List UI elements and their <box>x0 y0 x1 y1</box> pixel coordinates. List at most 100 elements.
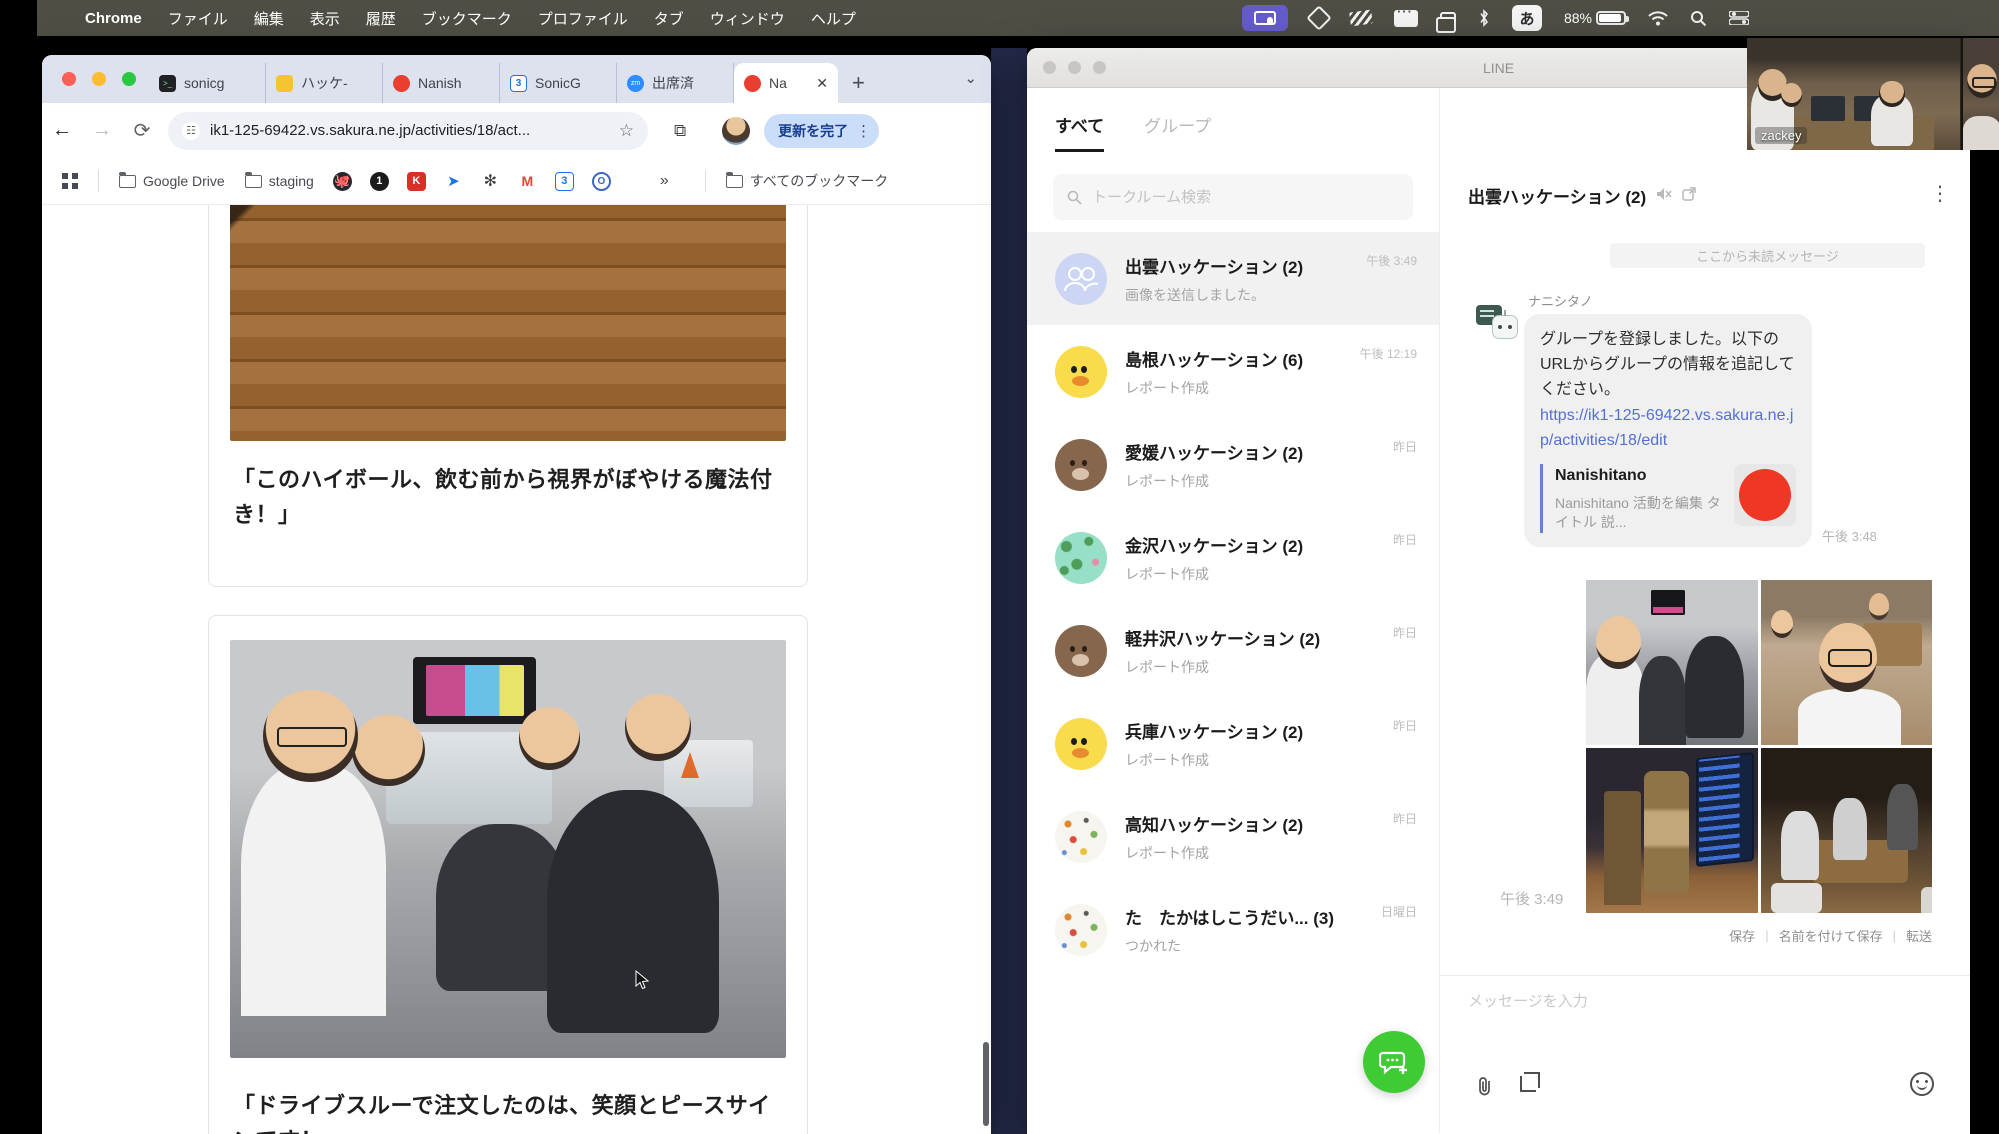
chat-list-item-kochi[interactable]: 高知ハッケーション (2)レポート作成 昨日 <box>1027 790 1439 883</box>
search-input[interactable] <box>1092 189 1399 206</box>
chat-list-item-shimane[interactable]: 島根ハッケーション (6)レポート作成 午後 12:19 <box>1027 325 1439 418</box>
address-bar[interactable]: ☷ ik1-125-69422.vs.sakura.ne.jp/activiti… <box>168 112 648 150</box>
photo-room-selfie[interactable] <box>1761 580 1933 745</box>
chat-list-item-karuizawa[interactable]: 軽井沢ハッケーション (2)レポート作成 昨日 <box>1027 604 1439 697</box>
close-window-button[interactable] <box>1043 61 1056 74</box>
extensions-icon[interactable]: ⧉ <box>674 121 686 141</box>
chat-list-item-kanazawa[interactable]: 金沢ハッケーション (2)レポート作成 昨日 <box>1027 511 1439 604</box>
tab-group-chats[interactable]: グループ <box>1144 112 1211 152</box>
forward-button[interactable]: → <box>82 119 122 142</box>
page-scrollbar[interactable] <box>983 1042 989 1126</box>
wifi-icon[interactable] <box>1648 11 1668 26</box>
save-as-button[interactable]: 名前を付けて保存 <box>1779 926 1883 945</box>
bot-avatar[interactable] <box>1476 303 1520 347</box>
new-chat-button[interactable] <box>1363 1031 1425 1093</box>
apps-grid-icon[interactable] <box>62 173 78 189</box>
attachment-icon[interactable] <box>1476 1076 1494 1102</box>
tab-hackation[interactable]: ハッケ- <box>266 63 383 103</box>
reload-button[interactable]: ⟳ <box>122 118 162 143</box>
menu-view[interactable]: 表示 <box>310 8 340 29</box>
tab-zoom[interactable]: zm 出席済 <box>617 63 734 103</box>
bookmark-ring-icon[interactable]: O <box>592 172 611 191</box>
minimize-window-button[interactable] <box>92 72 106 86</box>
spotlight-search-icon[interactable] <box>1690 10 1707 27</box>
app-status-icon[interactable] <box>1350 11 1372 25</box>
battery-indicator[interactable]: 88% <box>1564 10 1626 26</box>
bluetooth-icon[interactable] <box>1478 9 1490 27</box>
bookmark-staging[interactable]: staging <box>245 173 314 189</box>
chat-search-box[interactable] <box>1053 174 1413 220</box>
close-tab-icon[interactable]: ✕ <box>816 75 828 92</box>
bookmark-plane-icon[interactable]: ➤ <box>444 172 463 191</box>
chat-list-item-hyogo[interactable]: 兵庫ハッケーション (2)レポート作成 昨日 <box>1027 697 1439 790</box>
zoom-window-button[interactable] <box>1093 61 1106 74</box>
bookmarks-overflow-icon[interactable]: » <box>660 172 669 190</box>
ime-input-icon[interactable]: あ <box>1512 5 1542 31</box>
bookmark-gmail-icon[interactable]: M <box>518 172 537 191</box>
photo-message-grid[interactable] <box>1586 580 1932 913</box>
highball-photo[interactable] <box>230 205 786 441</box>
emoji-icon[interactable] <box>1910 1072 1934 1096</box>
tab-sonicgarden[interactable]: >_ sonicg <box>149 63 266 103</box>
back-button[interactable]: ← <box>42 119 82 142</box>
update-chrome-button[interactable]: 更新を完了 ⋮ <box>764 114 879 148</box>
bookmark-google-drive[interactable]: Google Drive <box>119 173 225 189</box>
menu-history[interactable]: 履歴 <box>366 8 396 29</box>
menu-app-name[interactable]: Chrome <box>85 10 142 27</box>
photo-highball-cans[interactable] <box>1586 748 1758 913</box>
screen-share-status-icon[interactable] <box>1242 5 1288 31</box>
zoom-window-button[interactable] <box>122 72 136 86</box>
desktop: Chrome ファイル 編集 表示 履歴 ブックマーク プロファイル タブ ウィ… <box>0 0 1999 1134</box>
menu-tab[interactable]: タブ <box>654 8 684 29</box>
new-tab-button[interactable]: + <box>852 70 865 96</box>
chat-list-item-takahashi[interactable]: た たかはしこうだい... (3)つかれた 日曜日 <box>1027 883 1439 976</box>
photo-work-room[interactable] <box>1761 748 1933 913</box>
open-in-new-icon[interactable] <box>1682 187 1696 205</box>
bookmark-star-icon[interactable]: ☆ <box>619 121 634 141</box>
save-button[interactable]: 保存 <box>1729 926 1755 945</box>
menu-profiles[interactable]: プロファイル <box>538 8 628 29</box>
control-center-icon[interactable] <box>1729 11 1749 25</box>
copy-status-icon[interactable] <box>1440 12 1456 24</box>
chat-list-item-izumo[interactable]: 出雲ハッケーション (2)画像を送信しました。 午後 3:49 <box>1027 232 1439 325</box>
red-circle-favicon <box>393 75 410 92</box>
message-input[interactable] <box>1440 976 1970 1046</box>
tab-search-chevron-icon[interactable]: ⌄ <box>964 69 977 87</box>
bookmark-github-icon[interactable]: 🐙 <box>333 172 352 191</box>
profile-avatar[interactable] <box>722 117 750 145</box>
bookmark-kibela-icon[interactable]: K <box>407 172 426 191</box>
mute-speaker-icon[interactable] <box>1656 187 1672 205</box>
link-preview[interactable]: Nanishitano Nanishitano 活動を編集 タイトル 説... <box>1540 464 1796 533</box>
video-call-overlay[interactable]: zackey <box>1747 38 1999 150</box>
menu-help[interactable]: ヘルプ <box>811 8 856 29</box>
bookmark-one-icon[interactable]: 1 <box>370 172 389 191</box>
site-info-icon[interactable]: ☷ <box>182 122 200 140</box>
bookmark-calendar-icon[interactable]: 3 <box>555 172 574 191</box>
chat-list-item-ehime[interactable]: 愛媛ハッケーション (2)レポート作成 昨日 <box>1027 418 1439 511</box>
tab-sonicgarden-cal[interactable]: 3 SonicG <box>500 63 617 103</box>
menu-file[interactable]: ファイル <box>168 8 228 29</box>
url-text[interactable]: ik1-125-69422.vs.sakura.ne.jp/activities… <box>210 122 530 139</box>
chrome-menu-icon[interactable]: ⋮ <box>856 122 871 140</box>
minimize-window-button[interactable] <box>1068 61 1081 74</box>
cube-status-icon[interactable] <box>1310 9 1328 27</box>
screen-capture-icon[interactable] <box>1520 1076 1536 1092</box>
chat-more-icon[interactable]: ⋮ <box>1930 181 1950 206</box>
window-dots-status-icon[interactable] <box>1394 10 1418 27</box>
menu-edit[interactable]: 編集 <box>254 8 284 29</box>
bookmark-gear-icon[interactable]: ✻ <box>481 172 500 191</box>
tab-nanishitano[interactable]: Nanish <box>383 63 500 103</box>
forward-button[interactable]: 転送 <box>1906 926 1932 945</box>
photo-car-selfie[interactable] <box>1586 580 1758 745</box>
tab-active-nanishitano[interactable]: Na ✕ <box>734 63 838 103</box>
menu-window[interactable]: ウィンドウ <box>710 8 785 29</box>
close-window-button[interactable] <box>62 72 76 86</box>
tab-all-chats[interactable]: すべて <box>1055 112 1104 152</box>
message-link[interactable]: https://ik1-125-69422.vs.sakura.ne.jp/ac… <box>1540 404 1796 454</box>
car-selfie-photo[interactable] <box>230 640 786 1058</box>
sally-avatar <box>1055 718 1107 770</box>
menu-bookmarks[interactable]: ブックマーク <box>422 8 512 29</box>
calendar-favicon: 3 <box>510 75 527 92</box>
bookmark-all-bookmarks[interactable]: すべてのブックマーク <box>726 171 888 191</box>
message-bubble[interactable]: グループを登録しました。以下のURLからグループの情報を追記してください。 ht… <box>1524 314 1812 547</box>
